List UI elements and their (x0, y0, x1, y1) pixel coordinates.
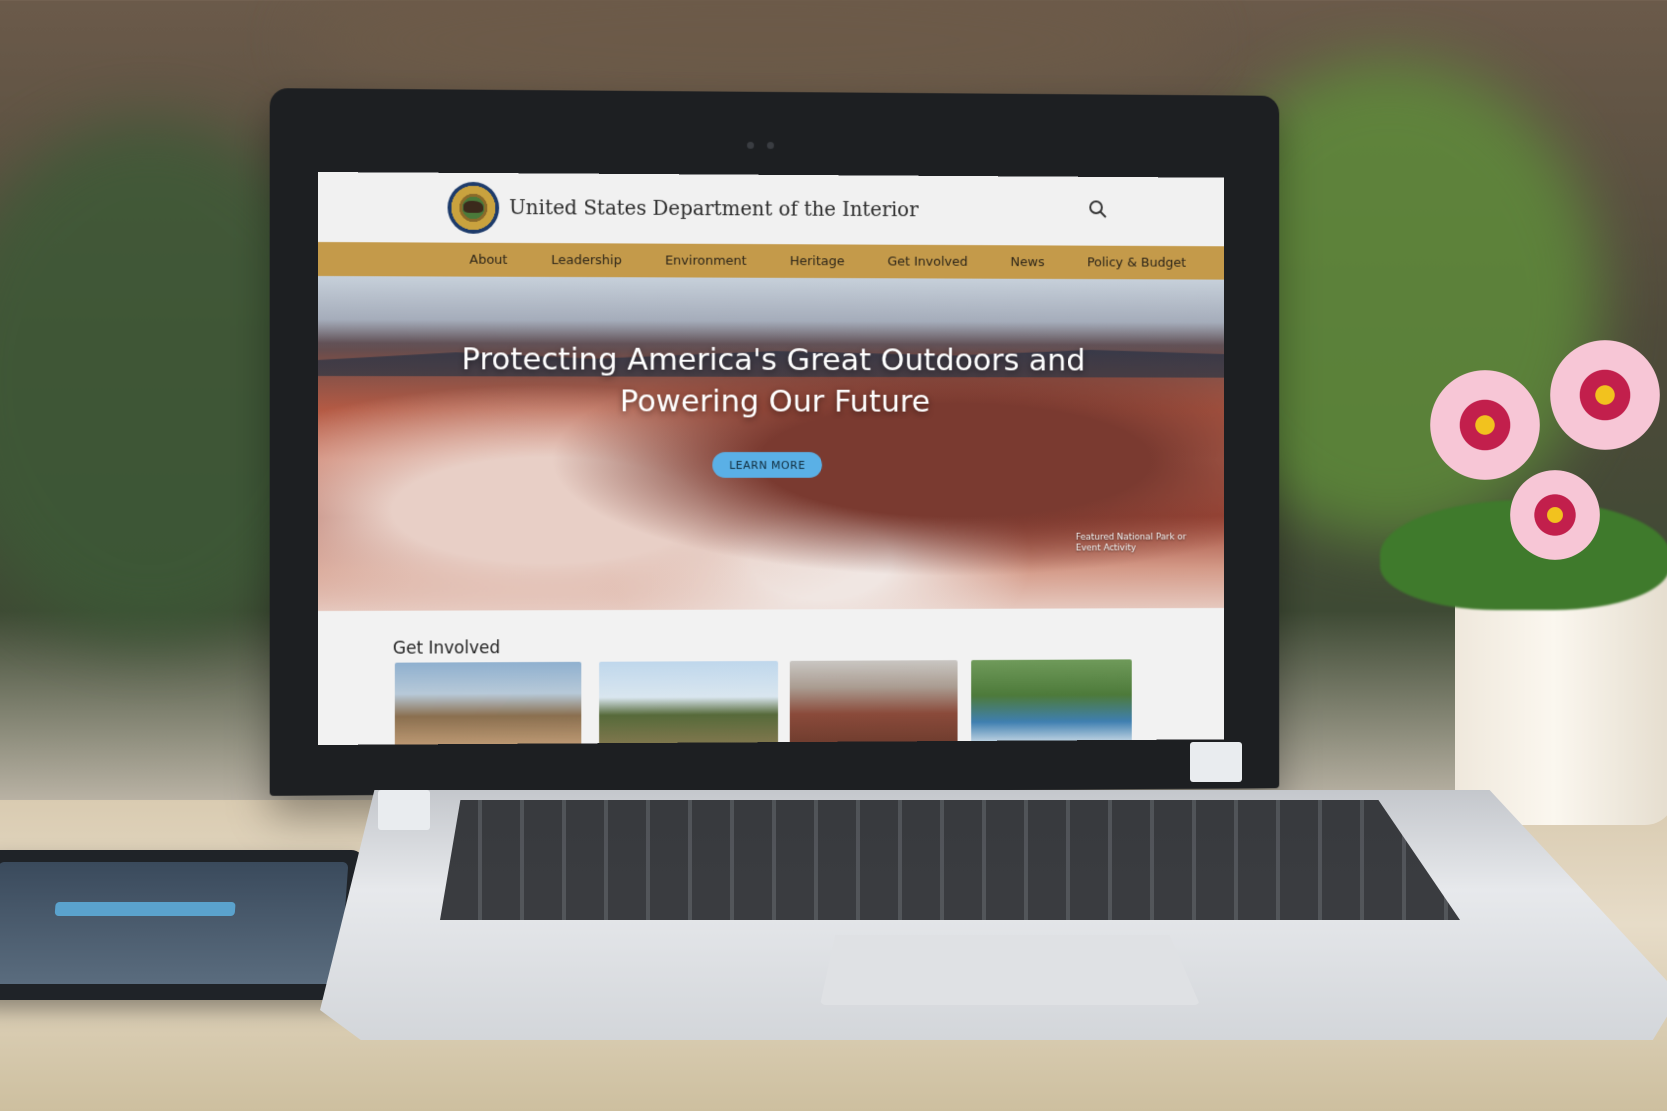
keyboard (440, 800, 1460, 920)
get-involved-section: Get Involved (318, 607, 1225, 745)
camera-icon (746, 141, 755, 149)
agency-name[interactable]: United States Department of the Interior (509, 195, 918, 221)
search-icon[interactable] (1087, 198, 1108, 220)
tablet-screen-bar (54, 902, 236, 916)
primrose-flower (1510, 470, 1600, 560)
get-involved-card-2[interactable] (599, 660, 779, 745)
get-involved-card-4[interactable] (971, 659, 1132, 745)
laptop-hinge (1190, 742, 1242, 782)
nav-item-policy-budget[interactable]: Policy & Budget (1066, 255, 1207, 270)
laptop-hinge (378, 790, 430, 830)
tablet-device (0, 850, 366, 1000)
hero-caption: Featured National Park or Event Activity (1075, 532, 1187, 554)
nav-item-leadership[interactable]: Leadership (529, 252, 643, 268)
get-involved-card-1[interactable] (394, 661, 582, 745)
nav-item-environment[interactable]: Environment (643, 253, 768, 268)
learn-more-button[interactable]: LEARN MORE (712, 452, 823, 478)
department-seal-icon[interactable] (447, 181, 500, 234)
nav-item-heritage[interactable]: Heritage (768, 254, 866, 269)
site-header: United States Department of the Interior (318, 172, 1225, 247)
nav-item-news[interactable]: News (989, 255, 1066, 270)
trackpad (820, 935, 1200, 1005)
camera-icon (767, 141, 775, 149)
bison-icon (463, 200, 484, 213)
nav-item-about[interactable]: About (448, 252, 530, 267)
laptop-screen: United States Department of the Interior… (318, 172, 1225, 745)
main-nav: About Leadership Environment Heritage Ge… (318, 242, 1225, 280)
primrose-flower (1430, 370, 1540, 480)
hero-banner: Protecting America's Great Outdoors and … (318, 276, 1225, 611)
primrose-flower (1550, 340, 1660, 450)
hero-title: Protecting America's Great Outdoors and … (461, 341, 1086, 420)
section-title: Get Involved (392, 638, 501, 659)
nav-item-get-involved[interactable]: Get Involved (866, 254, 989, 269)
tablet-screen (0, 862, 349, 984)
get-involved-card-3[interactable] (789, 660, 958, 745)
